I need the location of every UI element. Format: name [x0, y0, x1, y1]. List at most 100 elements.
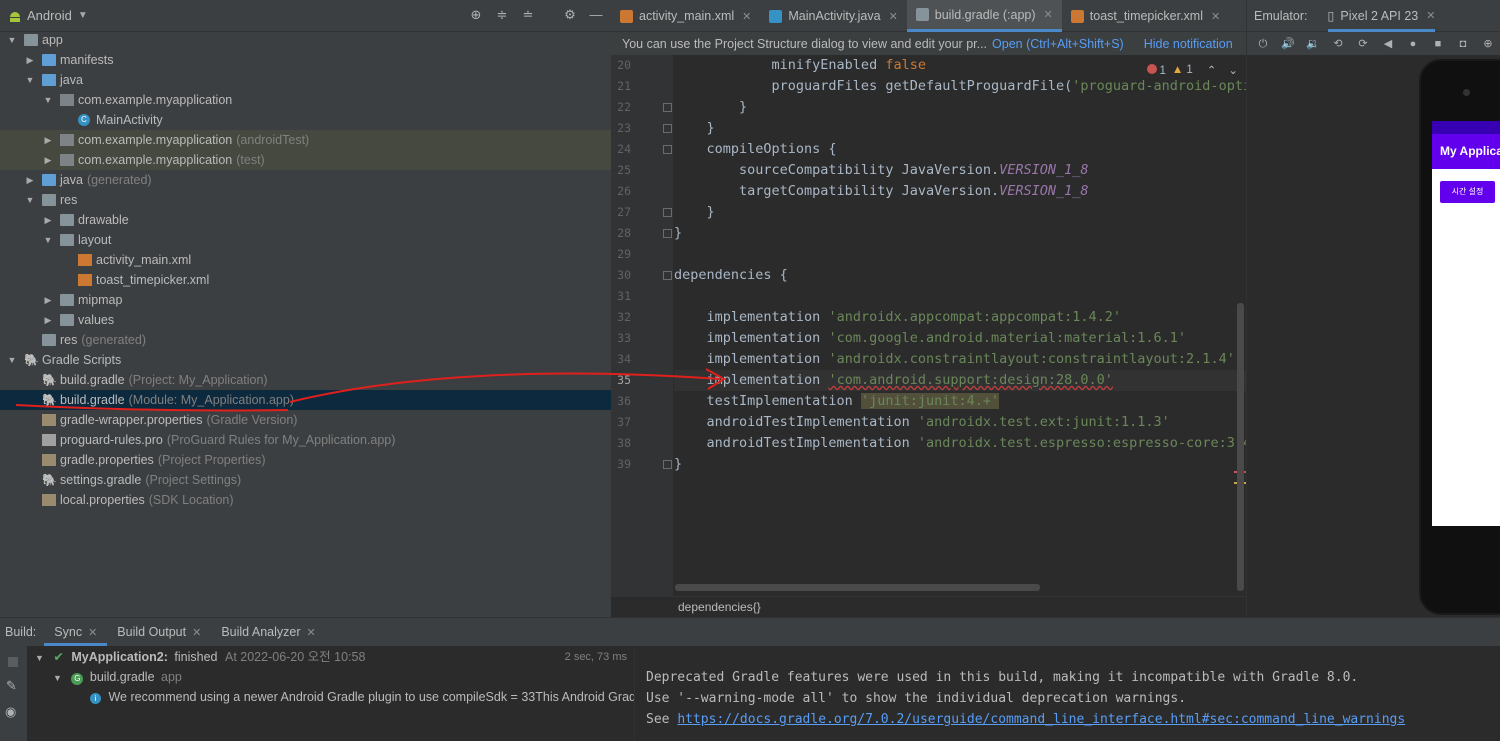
project-tree-item[interactable]: activity_main.xml	[0, 250, 611, 270]
collapse-all-icon[interactable]: ≐	[519, 6, 537, 24]
gear-icon[interactable]: ⚙	[561, 6, 579, 24]
code-editor[interactable]: 20 21 22 23 24 25 26 27 28 29 30 31 32 33 34 35 36 37 38 39…	[611, 55, 1246, 596]
project-view-selector[interactable]: Android	[27, 8, 72, 23]
fold-marker-icon[interactable]	[663, 208, 672, 217]
chevron-right-icon[interactable]: ▶	[42, 130, 54, 150]
project-tree-item[interactable]: ▼ java	[0, 70, 611, 90]
set-time-button[interactable]: 시간 설정	[1440, 181, 1495, 203]
fold-marker-icon[interactable]	[663, 103, 672, 112]
close-icon[interactable]: ✕	[307, 627, 316, 639]
eye-icon[interactable]: ◉	[5, 704, 16, 720]
project-tree-item[interactable]: 🐘 build.gradle (Project: My_Application)	[0, 370, 611, 390]
previous-highlight-icon[interactable]: ⌃	[1207, 63, 1217, 77]
build-tab[interactable]: Build Analyzer ✕	[211, 618, 325, 646]
code-line[interactable]: }	[674, 454, 1246, 475]
build-child-row[interactable]: ▼ G build.gradle app	[53, 667, 182, 687]
chevron-down-icon[interactable]: ▼	[42, 90, 54, 110]
editor-tab[interactable]: toast_timepicker.xml ✕	[1062, 0, 1229, 32]
code-line[interactable]	[674, 286, 1246, 307]
project-tree-item[interactable]: ▼ 🐘 Gradle Scripts	[0, 350, 611, 370]
home-icon[interactable]: ●	[1406, 37, 1420, 51]
project-tree-item[interactable]: 🐘 settings.gradle (Project Settings)	[0, 470, 611, 490]
editor-vertical-scrollbar[interactable]	[1237, 303, 1244, 591]
close-icon[interactable]: ✕	[742, 10, 751, 23]
project-tree-item[interactable]: proguard-rules.pro (ProGuard Rules for My…	[0, 430, 611, 450]
build-tab[interactable]: Build Output ✕	[107, 618, 211, 646]
editor-tab[interactable]: activity_main.xml ✕	[611, 0, 760, 32]
code-line[interactable]: dependencies {	[674, 265, 1246, 286]
rotate-left-icon[interactable]: ⟲	[1331, 37, 1345, 51]
chevron-right-icon[interactable]: ▶	[42, 310, 54, 330]
close-icon[interactable]: ✕	[889, 10, 898, 23]
back-icon[interactable]: ◀	[1381, 37, 1395, 51]
open-project-structure-link[interactable]: Open (Ctrl+Alt+Shift+S)	[992, 37, 1124, 51]
project-tree-item[interactable]: C MainActivity	[0, 110, 611, 130]
camera-icon[interactable]: ◘	[1456, 37, 1470, 51]
project-tree-item[interactable]: ▶ manifests	[0, 50, 611, 70]
expand-all-icon[interactable]: ≑	[493, 6, 511, 24]
chevron-right-icon[interactable]: ▶	[42, 290, 54, 310]
fold-marker-icon[interactable]	[663, 271, 672, 280]
chevron-down-icon[interactable]: ▼	[35, 653, 44, 663]
console-docs-link[interactable]: https://docs.gradle.org/7.0.2/userguide/…	[677, 712, 1405, 727]
rotate-right-icon[interactable]: ⟳	[1356, 37, 1370, 51]
code-line[interactable]	[674, 244, 1246, 265]
project-tree-item[interactable]: ▶ com.example.myapplication (androidTest)	[0, 130, 611, 150]
chevron-right-icon[interactable]: ▶	[42, 150, 54, 170]
chevron-down-icon[interactable]: ▼	[6, 350, 18, 370]
power-icon[interactable]: ⏻	[1256, 37, 1270, 51]
project-tree-item[interactable]: ▼ res	[0, 190, 611, 210]
next-highlight-icon[interactable]: ⌄	[1228, 63, 1238, 77]
fold-marker-icon[interactable]	[663, 229, 672, 238]
project-tree-item[interactable]: ▼ app	[0, 30, 611, 50]
editor-horizontal-scrollbar[interactable]	[675, 584, 1040, 591]
close-icon[interactable]: ✕	[1426, 9, 1435, 22]
locate-icon[interactable]: ⊕	[467, 6, 485, 24]
project-tree-item[interactable]: 🐘 build.gradle (Module: My_Application.app…	[0, 390, 611, 410]
code-line[interactable]: proguardFiles getDefaultProguardFile('pr…	[674, 76, 1246, 97]
inspection-widget[interactable]: 1 ▲ 1 ⌃ ⌄	[1146, 63, 1238, 77]
build-message-row[interactable]: i We recommend using a newer Android Gra…	[90, 687, 634, 707]
phone-screen[interactable]: My Applica 시간 설정	[1432, 121, 1500, 526]
volume-down-icon[interactable]: 🔉	[1306, 37, 1320, 51]
code-line[interactable]: }	[674, 97, 1246, 118]
project-tree-item[interactable]: gradle-wrapper.properties (Gradle Version…	[0, 410, 611, 430]
chevron-right-icon[interactable]: ▶	[24, 170, 36, 190]
warning-count[interactable]: ▲ 1	[1172, 64, 1193, 76]
fold-marker-icon[interactable]	[663, 124, 672, 133]
project-tree-item[interactable]: res (generated)	[0, 330, 611, 350]
project-tree-item[interactable]: gradle.properties (Project Properties)	[0, 450, 611, 470]
project-tree-item[interactable]: ▶ mipmap	[0, 290, 611, 310]
minimize-icon[interactable]: —	[587, 6, 605, 24]
project-tree-item[interactable]: local.properties (SDK Location)	[0, 490, 611, 510]
code-line[interactable]: sourceCompatibility JavaVersion.VERSION_…	[674, 160, 1246, 181]
build-root-row[interactable]: ▼ ✔ MyApplication2: finished At 2022-06-…	[35, 647, 631, 667]
project-tree-item[interactable]: toast_timepicker.xml	[0, 270, 611, 290]
chevron-down-icon[interactable]: ▼	[6, 30, 18, 50]
code-line[interactable]: }	[674, 223, 1246, 244]
chevron-down-icon[interactable]: ▼	[24, 70, 36, 90]
chevron-down-icon[interactable]: ▼	[53, 673, 62, 683]
code-line[interactable]: implementation 'com.android.support:desi…	[674, 370, 1246, 391]
chevron-right-icon[interactable]: ▶	[24, 50, 36, 70]
close-icon[interactable]: ✕	[1211, 10, 1220, 23]
error-count[interactable]: 1	[1146, 63, 1166, 77]
chevron-down-icon[interactable]: ▼	[42, 230, 54, 250]
build-console[interactable]: Deprecated Gradle features were used in …	[634, 646, 1500, 741]
close-icon[interactable]: ✕	[192, 627, 201, 639]
emulator-display[interactable]: My Applica 시간 설정	[1247, 55, 1500, 617]
project-tree-item[interactable]: ▶ java (generated)	[0, 170, 611, 190]
zoom-icon[interactable]: ⊕	[1481, 37, 1495, 51]
chevron-down-icon[interactable]: ▼	[78, 10, 88, 21]
fold-marker-icon[interactable]	[663, 460, 672, 469]
chevron-down-icon[interactable]: ▼	[24, 190, 36, 210]
editor-tab[interactable]: MainActivity.java ✕	[760, 0, 906, 32]
breadcrumb[interactable]: dependencies{}	[611, 596, 1246, 617]
project-tree-item[interactable]: ▼ layout	[0, 230, 611, 250]
overview-icon[interactable]: ■	[1431, 37, 1445, 51]
hide-notification-link[interactable]: Hide notification	[1144, 37, 1233, 51]
volume-up-icon[interactable]: 🔊	[1281, 37, 1295, 51]
code-line[interactable]: compileOptions {	[674, 139, 1246, 160]
code-line[interactable]: implementation 'com.google.android.mater…	[674, 328, 1246, 349]
editor-tab[interactable]: build.gradle (:app) ✕	[906, 0, 1062, 32]
